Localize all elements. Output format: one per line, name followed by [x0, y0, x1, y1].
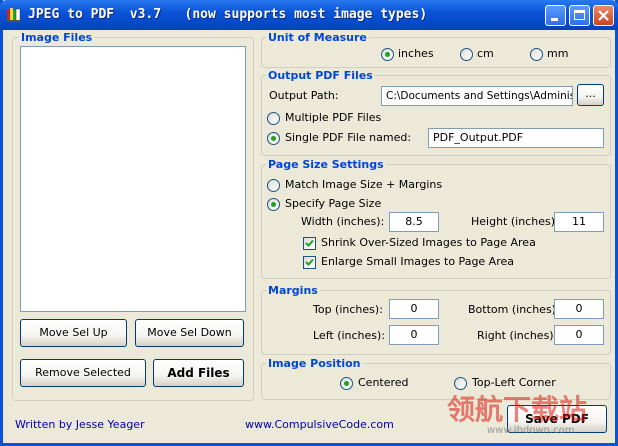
unit-mm-radio[interactable]: [530, 48, 543, 61]
unit-cm-label: cm: [477, 47, 494, 60]
margin-top-label: Top (inches):: [313, 303, 383, 316]
image-files-title: Image Files: [19, 31, 95, 44]
image-position-title: Image Position: [266, 357, 363, 370]
match-image-size-label: Match Image Size + Margins: [285, 178, 443, 191]
add-files-button[interactable]: Add Files: [153, 359, 244, 387]
margin-left-field[interactable]: 0: [389, 325, 439, 345]
maximize-icon: [574, 10, 585, 20]
checkmark-icon: [305, 239, 314, 247]
margins-title: Margins: [266, 284, 320, 297]
minimize-button[interactable]: [545, 5, 566, 26]
watermark-text: 领航下载站: [447, 393, 588, 426]
image-files-list[interactable]: [20, 46, 246, 312]
title-bar[interactable]: JPEG to PDF v3.7 (now supports most imag…: [0, 0, 618, 30]
height-field[interactable]: 11: [554, 212, 604, 232]
enlarge-images-checkbox[interactable]: [303, 256, 316, 269]
close-button[interactable]: [593, 5, 614, 26]
margin-bottom-field[interactable]: 0: [554, 299, 604, 319]
move-sel-up-button[interactable]: Move Sel Up: [20, 319, 127, 347]
author-credit: Written by Jesse Yeager: [15, 418, 145, 431]
enlarge-images-label: Enlarge Small Images to Page Area: [321, 255, 514, 268]
position-centered-label: Centered: [358, 376, 409, 389]
shrink-images-checkbox[interactable]: [303, 237, 316, 250]
close-icon: [598, 10, 609, 21]
output-path-label: Output Path:: [269, 89, 339, 102]
unit-title: Unit of Measure: [266, 31, 369, 44]
specify-page-size-radio[interactable]: [267, 198, 280, 211]
single-pdf-label: Single PDF File named:: [285, 131, 412, 144]
specify-page-size-label: Specify Page Size: [285, 197, 382, 210]
minimize-icon: [551, 18, 558, 21]
single-pdf-radio[interactable]: [267, 132, 280, 145]
unit-mm-label: mm: [547, 47, 569, 60]
unit-inches-label: inches: [398, 47, 434, 60]
margin-left-label: Left (inches):: [313, 329, 386, 342]
move-sel-down-button[interactable]: Move Sel Down: [135, 319, 244, 347]
window-title: JPEG to PDF v3.7 (now supports most imag…: [28, 7, 428, 22]
height-label: Height (inches):: [471, 215, 559, 228]
watermark-logo: 领航下载站: [447, 388, 587, 428]
remove-selected-button[interactable]: Remove Selected: [20, 359, 146, 387]
margin-top-field[interactable]: 0: [389, 299, 439, 319]
match-image-size-radio[interactable]: [267, 179, 280, 192]
watermark-url: www.lhdown.com: [487, 425, 575, 436]
margin-bottom-label: Bottom (inches):: [468, 303, 560, 316]
shrink-images-label: Shrink Over-Sized Images to Page Area: [321, 236, 536, 249]
page-size-title: Page Size Settings: [266, 158, 386, 171]
maximize-button[interactable]: [569, 5, 590, 26]
app-window: JPEG to PDF v3.7 (now supports most imag…: [0, 0, 618, 446]
checkmark-icon: [305, 258, 314, 266]
width-label: Width (inches):: [301, 215, 385, 228]
position-centered-radio[interactable]: [340, 377, 353, 390]
browse-button[interactable]: ...: [577, 84, 604, 106]
unit-cm-radio[interactable]: [460, 48, 473, 61]
output-title: Output PDF Files: [266, 69, 375, 82]
margin-right-label: Right (inches):: [477, 329, 558, 342]
output-path-field[interactable]: C:\Documents and Settings\Administrat: [381, 86, 573, 106]
multiple-pdf-radio[interactable]: [267, 112, 280, 125]
website-link[interactable]: www.CompulsiveCode.com: [245, 418, 394, 431]
single-pdf-name-field[interactable]: PDF_Output.PDF: [428, 128, 604, 148]
unit-inches-radio[interactable]: [381, 48, 394, 61]
app-icon: [6, 7, 22, 23]
multiple-pdf-label: Multiple PDF Files: [285, 111, 382, 124]
width-field[interactable]: 8.5: [389, 212, 439, 232]
margin-right-field[interactable]: 0: [554, 325, 604, 345]
